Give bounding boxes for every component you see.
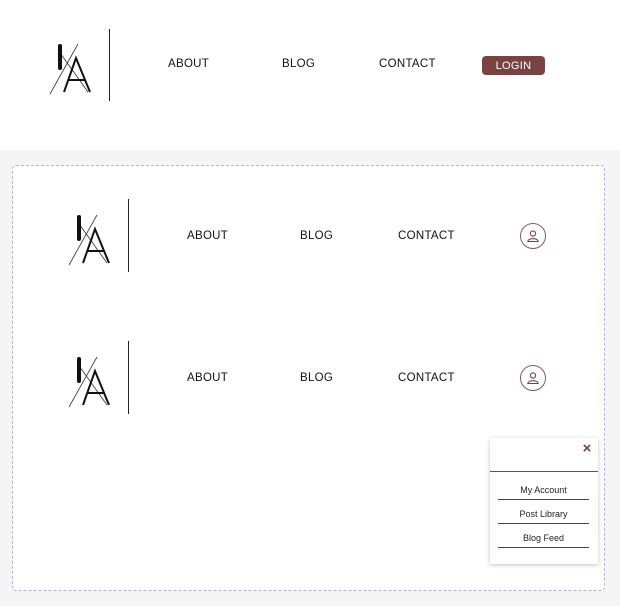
logo-icon: [49, 43, 91, 95]
logo-divider: [128, 341, 129, 414]
nav-contact[interactable]: CONTACT: [398, 230, 455, 242]
nav-blog[interactable]: BLOG: [300, 230, 333, 242]
logo-icon: [68, 214, 110, 266]
user-icon: [527, 372, 539, 385]
menu-item-my-account[interactable]: My Account: [498, 481, 589, 500]
user-icon: [527, 230, 539, 243]
nav-blog[interactable]: BLOG: [282, 58, 315, 70]
login-button[interactable]: LOGIN: [482, 56, 545, 75]
nav-about[interactable]: ABOUT: [168, 58, 209, 70]
logo[interactable]: [65, 343, 125, 417]
logo[interactable]: [46, 30, 106, 104]
menu-divider: [490, 471, 598, 472]
user-avatar-button[interactable]: [520, 223, 546, 249]
logo-divider: [109, 29, 110, 101]
nav-contact[interactable]: CONTACT: [398, 372, 455, 384]
menu-item-post-library[interactable]: Post Library: [498, 505, 589, 524]
user-avatar-button[interactable]: [520, 365, 546, 391]
nav-about[interactable]: ABOUT: [187, 372, 228, 384]
nav-blog[interactable]: BLOG: [300, 372, 333, 384]
logo-divider: [128, 199, 129, 272]
nav-about[interactable]: ABOUT: [187, 230, 228, 242]
logo-icon: [68, 356, 110, 408]
account-dropdown-menu: × My Account Post Library Blog Feed: [490, 438, 598, 564]
menu-item-blog-feed[interactable]: Blog Feed: [498, 529, 589, 548]
nav-contact[interactable]: CONTACT: [379, 58, 436, 70]
close-icon[interactable]: ×: [580, 441, 594, 456]
logo[interactable]: [65, 201, 125, 275]
header-logged-out: ABOUT BLOG CONTACT LOGIN: [0, 0, 620, 150]
